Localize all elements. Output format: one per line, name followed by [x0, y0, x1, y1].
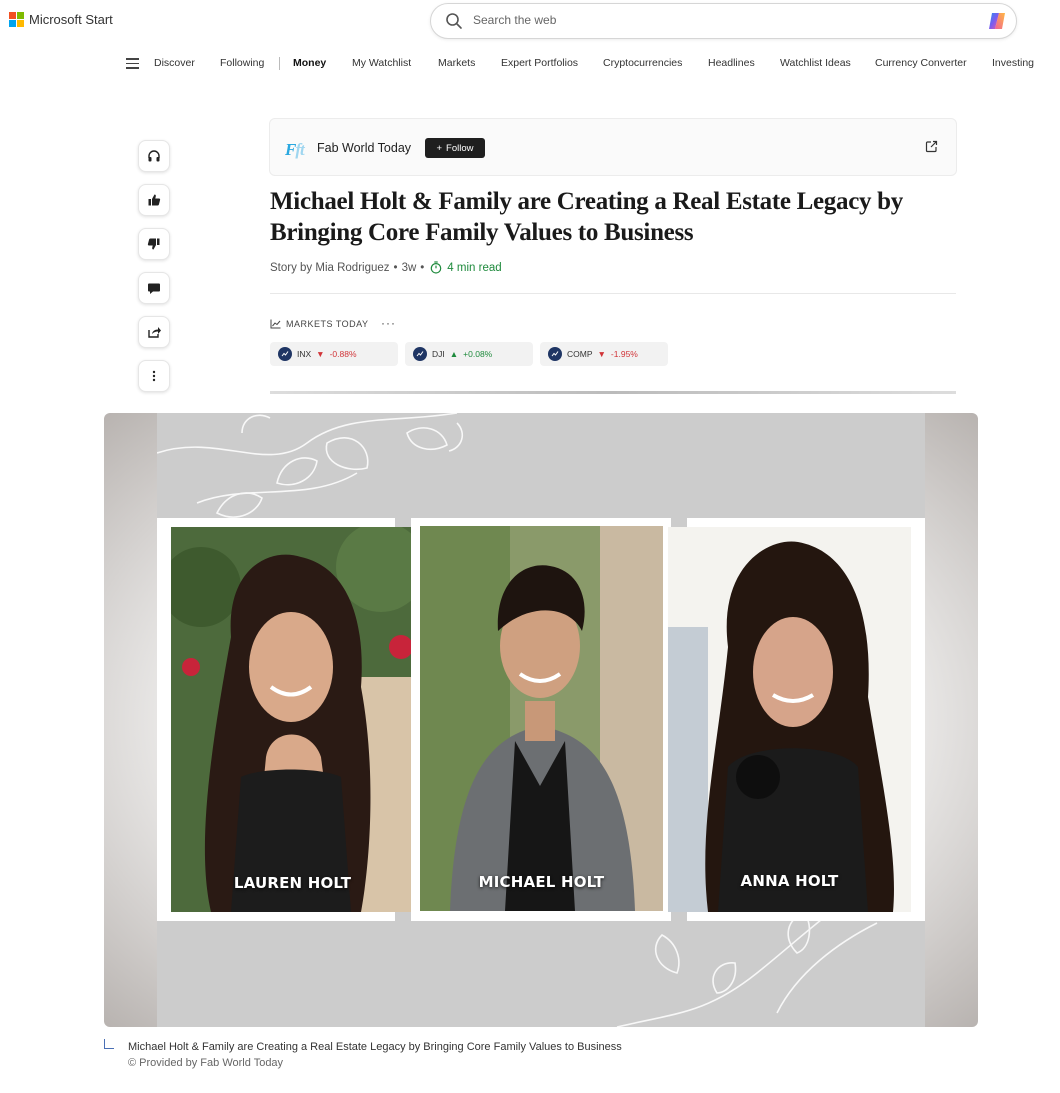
image-caption: Michael Holt & Family are Creating a Rea… [128, 1041, 622, 1053]
name-label-michael: MICHAEL HOLT [478, 873, 605, 891]
nav-discover[interactable]: Discover [154, 57, 195, 69]
ticker-inx[interactable]: INX ▼ -0.88% [270, 342, 398, 366]
publisher-name[interactable]: Fab World Today [317, 141, 411, 155]
thumbs-up-icon [148, 194, 161, 206]
nav-currency-converter[interactable]: Currency Converter [875, 57, 967, 69]
ticker-symbol: INX [297, 349, 312, 359]
publisher-card: Fft Fab World Today + Follow [269, 118, 957, 176]
nav-money[interactable]: Money [293, 57, 326, 69]
plus-icon: + [436, 142, 443, 154]
like-button[interactable] [138, 184, 170, 216]
menu-icon[interactable] [126, 58, 139, 69]
dislike-button[interactable] [138, 228, 170, 260]
search-icon[interactable] [445, 12, 463, 30]
image-credit: © Provided by Fab World Today [128, 1057, 284, 1069]
byline-age: 3w [401, 261, 417, 274]
share-button[interactable] [138, 316, 170, 348]
ticker-change: -0.88% [329, 349, 357, 359]
follow-label: Follow [446, 142, 474, 154]
markets-today-label[interactable]: MARKETS TODAY [270, 319, 369, 329]
ticker-comp[interactable]: COMP ▼ -1.95% [540, 342, 668, 366]
image-top-edge [270, 391, 956, 394]
nav-following[interactable]: Following [220, 57, 264, 69]
index-icon [278, 347, 292, 361]
nav-my-watchlist[interactable]: My Watchlist [352, 57, 411, 69]
photo-lauren-holt: LAUREN HOLT [171, 527, 414, 912]
nav-markets[interactable]: Markets [438, 57, 475, 69]
index-icon [548, 347, 562, 361]
name-label-anna: ANNA HOLT [740, 872, 839, 890]
image-collage: LAUREN HOLT MICHAEL HOLT ANNA HOLT [157, 413, 925, 1027]
publisher-logo[interactable]: Fft [285, 140, 305, 160]
comment-icon [148, 283, 160, 294]
ticker-symbol: DJI [432, 349, 445, 359]
up-arrow-icon: ▲ [449, 349, 459, 359]
nav-investing[interactable]: Investing [992, 57, 1034, 69]
follow-button[interactable]: + Follow [425, 138, 485, 158]
search-box[interactable] [430, 3, 1017, 39]
ticker-change: -1.95% [610, 349, 638, 359]
byline-author: Story by Mia Rodriguez [270, 261, 390, 274]
brand-logo[interactable]: Microsoft Start [9, 12, 113, 27]
markets-more-button[interactable]: ··· [381, 316, 396, 330]
nav-watchlist-ideas[interactable]: Watchlist Ideas [780, 57, 851, 69]
chart-line-icon [270, 319, 281, 329]
nav-expert-portfolios[interactable]: Expert Portfolios [501, 57, 578, 69]
copilot-icon[interactable] [986, 10, 1008, 32]
read-time-label: 4 min read [447, 261, 502, 274]
article-image[interactable]: LAUREN HOLT MICHAEL HOLT ANNA HOLT [104, 413, 978, 1027]
more-vertical-icon [152, 370, 156, 382]
nav-headlines[interactable]: Headlines [708, 57, 755, 69]
section-divider [270, 293, 956, 294]
comment-button[interactable] [138, 272, 170, 304]
thumbs-down-icon [147, 238, 160, 250]
byline: Story by Mia Rodriguez • 3w • 4 min read [270, 261, 502, 274]
stopwatch-icon [430, 261, 442, 274]
read-time: 4 min read [430, 261, 502, 274]
down-arrow-icon: ▼ [597, 349, 606, 359]
open-external-icon[interactable] [925, 140, 938, 153]
share-icon [148, 327, 161, 338]
microsoft-logo-icon [9, 12, 24, 27]
article-headline: Michael Holt & Family are Creating a Rea… [270, 188, 903, 246]
nav-divider [279, 57, 280, 70]
index-icon [413, 347, 427, 361]
photo-michael-holt: MICHAEL HOLT [420, 526, 663, 911]
more-options-button[interactable] [138, 360, 170, 392]
top-bar: Microsoft Start [0, 0, 1060, 44]
byline-separator: • [420, 261, 425, 274]
publisher-logo-letters: ft [295, 140, 304, 159]
caption-marker-icon [104, 1039, 114, 1049]
publisher-logo-letter: F [285, 140, 296, 159]
money-nav: Discover Following Money My Watchlist Ma… [0, 52, 1060, 76]
down-arrow-icon: ▼ [316, 349, 325, 359]
nav-cryptocurrencies[interactable]: Cryptocurrencies [603, 57, 682, 69]
byline-separator: • [393, 261, 398, 274]
name-label-lauren: LAUREN HOLT [233, 874, 352, 892]
markets-today-text: MARKETS TODAY [286, 319, 369, 329]
headphones-icon [148, 150, 160, 162]
listen-button[interactable] [138, 140, 170, 172]
search-input[interactable] [473, 13, 953, 27]
ticker-dji[interactable]: DJI ▲ +0.08% [405, 342, 533, 366]
brand-name: Microsoft Start [29, 12, 113, 27]
ticker-change: +0.08% [463, 349, 493, 359]
photo-anna-holt: ANNA HOLT [668, 527, 911, 912]
ticker-symbol: COMP [567, 349, 593, 359]
